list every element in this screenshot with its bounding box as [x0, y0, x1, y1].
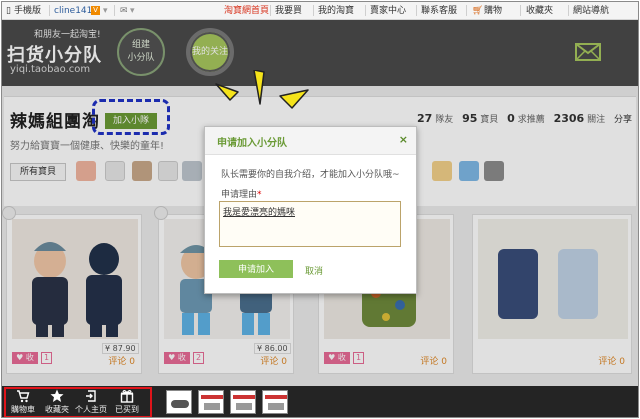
bottom-highlight-box	[4, 387, 152, 417]
reason-label: 申请理由*	[221, 190, 262, 200]
divider	[313, 5, 314, 16]
cart-link[interactable]: 購物	[484, 5, 502, 17]
contact-link[interactable]: 聯系客服	[421, 5, 457, 17]
taobao-home-link[interactable]: 淘寶網首頁	[224, 5, 269, 17]
chevron-down-icon[interactable]: ▾	[103, 5, 108, 17]
recent-item-thumbnail[interactable]	[230, 390, 256, 414]
my-taobao-link[interactable]: 我的淘寶	[318, 5, 354, 17]
dialog-intro: 队长需要你的自我介绍，才能加入小分队哦~	[221, 170, 400, 180]
cart-icon[interactable]: 🛒︎	[472, 5, 483, 17]
close-icon[interactable]: ×	[399, 133, 408, 146]
divider	[270, 5, 271, 16]
mail-small-icon[interactable]: ✉	[120, 5, 128, 17]
seller-center-link[interactable]: 賣家中心	[370, 5, 406, 17]
submit-join-button[interactable]: 申请加入	[219, 260, 293, 278]
browser-page: ▯ 手機版 cline1413 V ▾ ✉ ▾ 淘寶網首頁 我要買 我的淘寶 賣…	[1, 1, 639, 418]
top-nav-bar: ▯ 手機版 cline1413 V ▾ ✉ ▾ 淘寶網首頁 我要買 我的淘寶 賣…	[2, 2, 638, 20]
mobile-icon: ▯	[6, 6, 11, 16]
join-request-dialog: 申请加入小分队 × 队长需要你的自我介绍，才能加入小分队哦~ 申请理由* 申请加…	[204, 126, 417, 294]
divider	[49, 5, 50, 16]
divider	[520, 5, 521, 16]
recent-item-thumbnail[interactable]	[166, 390, 192, 414]
buy-link[interactable]: 我要買	[275, 5, 302, 17]
reason-input[interactable]	[219, 201, 401, 247]
mobile-link[interactable]: 手機版	[14, 5, 41, 17]
recent-item-thumbnail[interactable]	[262, 390, 288, 414]
divider	[416, 5, 417, 16]
vip-badge: V	[91, 5, 100, 17]
chevron-down-icon[interactable]: ▾	[130, 5, 135, 17]
divider	[568, 5, 569, 16]
divider	[114, 5, 115, 16]
site-nav-link[interactable]: 網站導航	[573, 5, 609, 17]
cancel-link[interactable]: 取消	[305, 264, 323, 277]
recent-item-thumbnail[interactable]	[198, 390, 224, 414]
dialog-title: 申请加入小分队	[217, 138, 287, 149]
dialog-header: 申请加入小分队 ×	[205, 127, 416, 155]
favorites-link[interactable]: 收藏夾	[526, 5, 553, 17]
divider	[365, 5, 366, 16]
divider	[466, 5, 467, 16]
attention-sparks-icon	[215, 70, 309, 109]
